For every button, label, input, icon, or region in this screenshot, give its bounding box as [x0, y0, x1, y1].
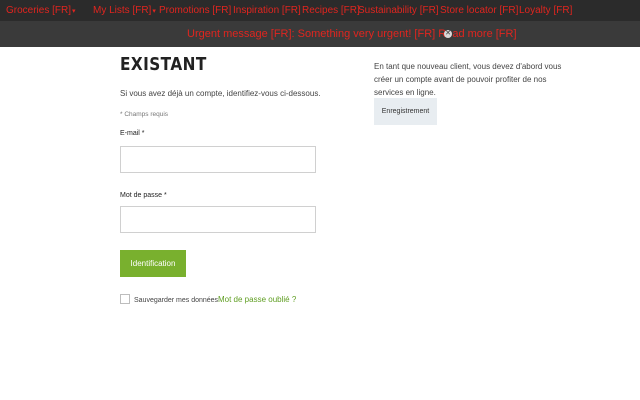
- nav-item-recipes[interactable]: Recipes [FR]: [302, 4, 360, 17]
- required-fields-note: * Champs requis: [120, 111, 169, 118]
- email-field[interactable]: [120, 146, 316, 173]
- urgent-banner: Urgent message [FR]: Something very urge…: [0, 21, 640, 47]
- password-field[interactable]: [120, 206, 316, 233]
- urgent-message: Urgent message [FR]: Something very urge…: [187, 27, 517, 41]
- nav-item-loyalty[interactable]: Loyalty [FR]: [519, 4, 572, 17]
- nav-item-sustainability[interactable]: Sustainability [FR]: [358, 4, 439, 17]
- nav-item-inspiration[interactable]: Inspiration [FR]: [233, 4, 301, 17]
- nav-item-groceries[interactable]: Groceries [FR]▾: [6, 4, 76, 18]
- forgot-password-link[interactable]: Mot de passe oublié ?: [218, 295, 296, 305]
- remember-me-checkbox[interactable]: [120, 294, 130, 304]
- nav-item-my-lists[interactable]: My Lists [FR]▾: [93, 4, 156, 18]
- remember-me-label: Sauvegarder mes données: [134, 297, 219, 304]
- chevron-down-icon: ▾: [72, 8, 76, 15]
- email-label: E-mail *: [120, 130, 145, 137]
- login-button[interactable]: Identification: [120, 250, 186, 277]
- nav-item-label: My Lists [FR]: [93, 5, 152, 16]
- top-navigation: Groceries [FR]▾ My Lists [FR]▾ Promotion…: [0, 0, 640, 21]
- nav-item-label: Groceries [FR]: [6, 5, 72, 16]
- register-button[interactable]: Enregistrement: [374, 98, 437, 125]
- close-icon[interactable]: ✕: [444, 30, 452, 38]
- new-client-text: En tant que nouveau client, vous devez d…: [374, 62, 562, 97]
- nav-item-store-locator[interactable]: Store locator [FR]: [440, 4, 518, 17]
- password-label: Mot de passe *: [120, 192, 167, 199]
- login-intro: Si vous avez déjà un compte, identifiez-…: [120, 89, 321, 98]
- login-title: EXISTANT: [120, 54, 207, 75]
- nav-item-promotions[interactable]: Promotions [FR]: [159, 4, 231, 17]
- urgent-text: Something very urgent! [FR]: [294, 28, 439, 40]
- chevron-down-icon: ▾: [152, 8, 156, 15]
- urgent-prefix: Urgent message [FR]:: [187, 28, 295, 40]
